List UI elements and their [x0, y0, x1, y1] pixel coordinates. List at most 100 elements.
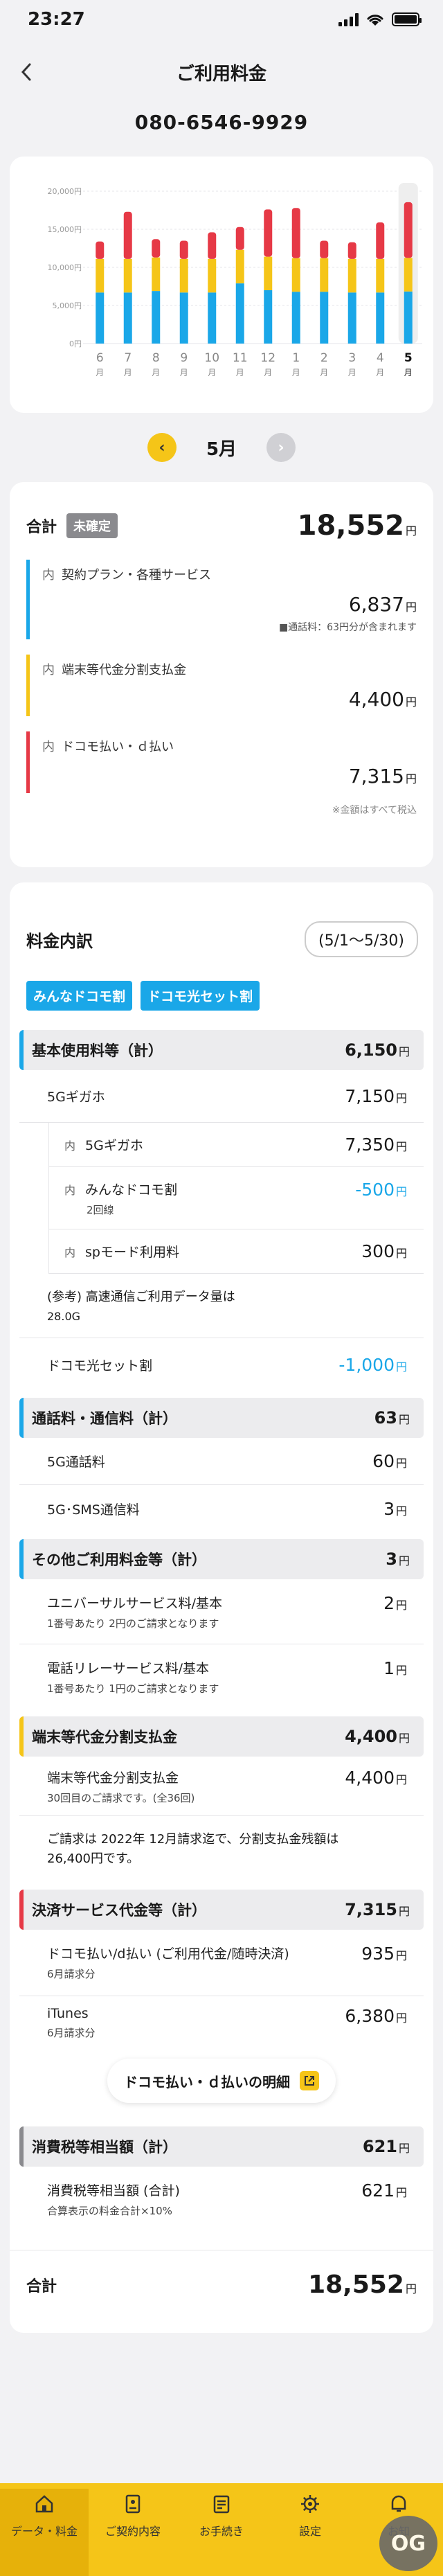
chart-bar-segment [320, 292, 329, 344]
y-tick-label: 5,000円 [53, 301, 82, 310]
chart-bar-segment [96, 241, 105, 259]
summary-item-device: 内端末等代金分割支払金 4,400 円 [26, 655, 417, 716]
chart-bar-segment [376, 258, 385, 293]
chart-bar-segment [404, 258, 413, 292]
x-tick-label: 9 [180, 351, 188, 365]
chart-bar-segment [123, 292, 132, 344]
section-basic-fee: 基本使用料等（計） 6,150 円 [19, 1030, 424, 1070]
summary-total: 18,552 円 [297, 510, 417, 542]
x-tick-unit: 月 [320, 368, 328, 377]
section-device-installment: 端末等代金分割支払金 4,400 円 [19, 1716, 424, 1757]
summary-item-amount: 6,837 円 [348, 593, 417, 616]
chart-bar-segment [96, 292, 105, 344]
x-tick-unit: 月 [376, 368, 384, 377]
chart-bar-segment [179, 292, 188, 344]
x-tick-unit: 月 [96, 368, 104, 377]
line-device-installment: 端末等代金分割支払金 30回目のご請求です。(全36回) 4,400 円 [19, 1757, 424, 1816]
x-tick-unit: 月 [292, 368, 300, 377]
page-title: ご利用料金 [176, 63, 266, 85]
summary-item-label: ドコモ払い・ｄ払い [62, 740, 174, 754]
status-time: 23:27 [28, 9, 85, 30]
chevron-right-icon: › [278, 438, 284, 456]
info-icon [386, 2491, 411, 2516]
status-bar: 23:27 [0, 0, 443, 39]
x-tick-label: 10 [204, 351, 219, 365]
dpay-details-button[interactable]: ドコモ払い・ｄ払いの明細 [107, 2059, 336, 2103]
x-tick-label: 11 [233, 351, 248, 365]
chart-bar-segment [152, 257, 161, 292]
chart-bar-segment [96, 258, 105, 293]
monthly-bar-chart[interactable]: 20,000円 15,000円 10,000円 5,000円 0円 6 月 7 月 8 月 9 月 10 月… [10, 157, 433, 413]
chart-bar-segment [376, 222, 385, 259]
prev-month-button[interactable]: ‹ [147, 433, 177, 462]
tag-hikari-set: ドコモ光セット割 [141, 981, 260, 1011]
chart-bar-segment [152, 291, 161, 344]
x-tick-unit: 月 [236, 368, 244, 377]
summary-header: 合計 未確定 18,552 円 [26, 510, 417, 542]
chart-bar-segment [179, 258, 188, 293]
summary-item-label: 契約プラン・各種サービス [62, 568, 211, 583]
next-month-button[interactable]: › [266, 433, 296, 462]
tab-contract[interactable]: ご契約内容 [89, 2489, 177, 2576]
section-other-fee: その他ご利用料金等（計） 3円 [19, 1539, 424, 1579]
chart-bar-segment [208, 292, 217, 344]
chart-bar-segment [152, 239, 161, 258]
discount-tags: みんなドコモ割 ドコモ光セット割 [10, 957, 433, 1011]
watermark-logo: OG [379, 2516, 437, 2571]
chart-card: 20,000円 15,000円 10,000円 5,000円 0円 6 月 7 月 8 月 9 月 10 月… [10, 157, 433, 413]
summary-item-dpay: 内ドコモ払い・ｄ払い 7,315 円 [26, 731, 417, 793]
contract-icon [120, 2491, 145, 2516]
gear-icon [298, 2491, 323, 2516]
home-icon [32, 2491, 57, 2516]
tax-note: ※金額はすべて税込 [332, 805, 417, 816]
chart-bar-segment [376, 292, 385, 344]
external-link-icon [300, 2071, 319, 2090]
chart-bar-segment [179, 240, 188, 259]
summary-card: 合計 未確定 18,552 円 内契約プラン・各種サービス 6,837 円 ■通話料… [10, 482, 433, 867]
chart-bar-segment [235, 226, 244, 250]
tab-settings[interactable]: 設定 [266, 2489, 354, 2576]
chart-bar-segment [208, 258, 217, 293]
y-tick-label: 10,000円 [48, 263, 82, 272]
status-icons [338, 12, 422, 27]
chart-bar-segment [347, 258, 356, 293]
summary-item-amount: 4,400 円 [348, 688, 417, 711]
summary-label: 合計 [26, 519, 57, 536]
y-tick-label: 15,000円 [48, 225, 82, 234]
x-tick-unit: 月 [264, 368, 272, 377]
chart-bar-segment [291, 292, 300, 344]
month-navigation: ‹ 5月 › [0, 413, 443, 482]
x-tick-label: 6 [96, 351, 104, 365]
line-itunes: iTunes 6月請求分 6,380 円 [47, 2006, 407, 2039]
x-tick-unit: 月 [152, 368, 160, 377]
chart-bar-segment [123, 211, 132, 259]
back-button[interactable] [12, 58, 40, 86]
detail-title: 料金内訳 [26, 931, 93, 951]
x-tick-label: 8 [152, 351, 160, 365]
summary-item-note: ■通話料：63円分が含まれます [278, 622, 417, 633]
tab-data-fee[interactable]: データ・料金 [0, 2489, 89, 2576]
section-tax: 消費税等相当額（計） 621 円 [19, 2126, 424, 2167]
x-tick-unit: 月 [180, 368, 188, 377]
line-hikari-set-wari: ドコモ光セット割 -1,000 円 [47, 1354, 407, 1375]
tab-procedure[interactable]: お手続き [177, 2489, 266, 2576]
chart-bar-segment [347, 242, 356, 259]
summary-item-label: 端末等代金分割支払金 [62, 663, 186, 677]
tag-minna-docomo: みんなドコモ割 [26, 981, 133, 1011]
line-5g-gigaho: 5Gギガホ 7,150 円 [19, 1070, 424, 1123]
chart-bar-segment [347, 292, 356, 344]
chart-bar-segment [320, 240, 329, 258]
chart-bar-segment [123, 258, 132, 293]
line-universal-service: ユニバーサルサービス料/基本 1番号あたり 2円のご請求となります 2円 [19, 1579, 424, 1644]
chart-bar-segment [264, 256, 273, 290]
chart-bar-segment [404, 202, 413, 258]
line-relay-service: 電話リレーサービス料/基本 1番号あたり 1円のご請求となります 1円 [47, 1658, 407, 1695]
x-tick-unit: 月 [404, 368, 413, 377]
summary-item-plan: 内契約プラン・各種サービス 6,837 円 ■通話料：63円分が含まれます [26, 560, 417, 639]
line-sms: 5G･SMS通信料 3円 [47, 1498, 407, 1519]
section-payment-service: 決済サービス代金等（計） 7,315 円 [19, 1890, 424, 1930]
data-usage-note: (参考) 高速通信ご利用データ量は 28.0G [19, 1274, 424, 1338]
wifi-icon [367, 15, 383, 26]
x-tick-label: 1 [292, 351, 300, 365]
line-minna-docomo-wari: 内みんなドコモ割 2回線 -500 円 [48, 1167, 424, 1229]
